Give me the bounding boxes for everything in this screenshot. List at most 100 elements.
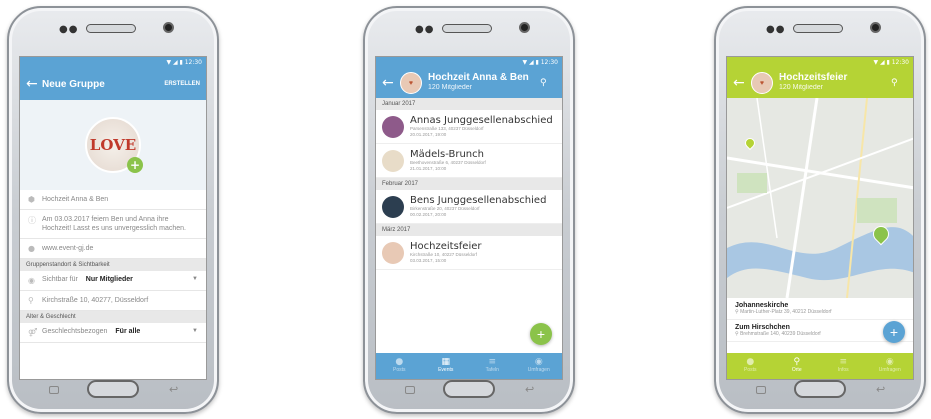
- status-time: 12:30: [540, 59, 558, 66]
- speaker: [442, 24, 492, 33]
- camera: [163, 22, 174, 33]
- recent-apps-icon[interactable]: [49, 386, 59, 394]
- event-date: 21.01.2017, 10:00: [410, 166, 447, 171]
- create-button[interactable]: ERSTELLEN: [164, 81, 200, 87]
- tab-label: Events: [438, 367, 454, 373]
- search-icon[interactable]: ⚲: [540, 78, 556, 88]
- camera: [519, 22, 530, 33]
- map-graphic: [727, 98, 913, 298]
- bottom-tab-bar: ● Posts ⚲ Orte ≡ Infos ◉ Umfragen: [727, 353, 913, 379]
- month-header: März 2017: [376, 224, 562, 236]
- events-list: Januar 2017 Annas Junggesellenabschied Par…: [376, 98, 562, 270]
- event-item[interactable]: Bens Junggesellenabschied Birkenstraße 20…: [376, 190, 562, 224]
- tab-icon: ●: [746, 357, 755, 367]
- back-arrow-icon[interactable]: ←: [26, 76, 42, 92]
- tab-events[interactable]: ▦ Events: [423, 353, 470, 379]
- group-title[interactable]: Hochzeit Anna & Ben: [428, 73, 540, 83]
- sensor-dots: ●●: [766, 24, 786, 35]
- back-arrow-icon[interactable]: ←: [733, 75, 749, 91]
- place-address-text: Brehmstraße 140, 40239 Düsseldorf: [740, 331, 821, 337]
- tab-icon: ◉: [534, 357, 543, 367]
- sensor-dots: ●●: [415, 24, 435, 35]
- gender-select[interactable]: Für alle: [115, 328, 140, 335]
- speaker: [86, 24, 136, 33]
- event-item[interactable]: Mädels-Brunch Beethovenstraße 6, 40237 Dü…: [376, 144, 562, 178]
- app-bar: ← ♥ Hochzeit Anna & Ben 120 Mitglieder ⚲: [376, 68, 562, 98]
- tab-umfragen[interactable]: ◉ Umfragen: [867, 353, 914, 379]
- recent-apps-icon[interactable]: [756, 386, 766, 394]
- event-item[interactable]: Hochzeitsfeier Kirchstraße 10, 40227 Düss…: [376, 236, 562, 270]
- app-bar: ← Neue Gruppe ERSTELLEN: [20, 68, 206, 100]
- visibility-row[interactable]: ◉ Sichtbar für Nur Mitglieder ▼: [20, 271, 206, 291]
- drag-handle-icon[interactable]: ⋮: [777, 73, 786, 82]
- group-avatar[interactable]: LOVE +: [85, 117, 143, 173]
- status-time: 12:30: [184, 59, 202, 66]
- event-title[interactable]: Hochzeitsfeier: [779, 73, 891, 83]
- status-time: 12:30: [891, 59, 909, 66]
- place-address-text: Martin-Luther-Platz 39, 40212 Düsseldorf: [740, 309, 832, 315]
- back-nav-icon[interactable]: ↩: [169, 383, 178, 396]
- website-field[interactable]: ● www.event-gj.de: [20, 239, 206, 259]
- description: Am 03.03.2017 feiern Ben und Anna ihre H…: [42, 216, 186, 232]
- tab-posts[interactable]: ● Posts: [376, 353, 423, 379]
- recent-apps-icon[interactable]: [405, 386, 415, 394]
- section-age: Alter & Geschlecht: [20, 311, 206, 323]
- sensor-dots: ●●: [59, 24, 79, 35]
- showcase: ●● ▼ ◢ ▮ 12:30 ← Neue Gruppe ERSTELLEN L…: [0, 0, 931, 419]
- gender-row[interactable]: ⚤ Geschlechtsbezogen Für alle ▼: [20, 323, 206, 343]
- visibility-select[interactable]: Nur Mitglieder: [86, 276, 133, 283]
- speaker: [793, 24, 843, 33]
- tag-icon: ⬢: [28, 195, 35, 204]
- event-avatar[interactable]: ♥: [751, 72, 773, 94]
- tab-posts[interactable]: ● Posts: [727, 353, 774, 379]
- tab-umfragen[interactable]: ◉ Umfragen: [516, 353, 563, 379]
- event-name: Mädels-Brunch: [410, 149, 484, 160]
- search-icon[interactable]: ⚲: [891, 78, 907, 88]
- tab-icon: ⚲: [793, 357, 801, 367]
- address: Kirchstraße 10, 40277, Düsseldorf: [42, 297, 149, 304]
- description-field[interactable]: ⓘ Am 03.03.2017 feiern Ben und Anna ihre…: [20, 210, 206, 239]
- phone-places: ●● ▼ ◢ ▮ 12:30 ← ♥ Hochzeitsfeier 120 Mi…: [714, 6, 926, 414]
- address-field[interactable]: ⚲ Kirchstraße 10, 40277, Düsseldorf: [20, 291, 206, 311]
- tab-tafeln[interactable]: ≡ Tafeln: [469, 353, 516, 379]
- eye-icon: ◉: [28, 276, 35, 285]
- tab-infos[interactable]: ≡ Infos: [820, 353, 867, 379]
- dropdown-icon: ▼: [192, 328, 198, 334]
- map[interactable]: [727, 98, 913, 298]
- event-item[interactable]: Annas Junggesellenabschied Parsenstraße 1…: [376, 110, 562, 144]
- event-date: 03.03.2017, 15:00: [410, 258, 447, 263]
- tab-label: Umfragen: [878, 367, 901, 373]
- tab-label: Posts: [392, 367, 406, 373]
- tab-icon: ●: [395, 357, 404, 367]
- status-bar: ▼ ◢ ▮ 12:30: [376, 57, 562, 68]
- month-header: Januar 2017: [376, 98, 562, 110]
- app-bar: ← ♥ Hochzeitsfeier 120 Mitglieder ⚲: [727, 68, 913, 98]
- back-nav-icon[interactable]: ↩: [876, 383, 885, 396]
- home-button[interactable]: [443, 380, 495, 398]
- gender-icon: ⚤: [28, 328, 38, 337]
- home-button[interactable]: [794, 380, 846, 398]
- add-place-button[interactable]: +: [883, 321, 905, 343]
- place-address: ⚲ Brehmstraße 140, 40239 Düsseldorf: [735, 331, 821, 337]
- back-arrow-icon[interactable]: ←: [382, 75, 398, 91]
- member-count: 120 Mitglieder: [428, 84, 472, 91]
- tab-icon: ≡: [839, 357, 848, 367]
- screen: ▼ ◢ ▮ 12:30 ← ♥ Hochzeitsfeier 120 Mitgl…: [726, 56, 914, 380]
- add-photo-icon[interactable]: +: [127, 157, 143, 173]
- tab-icon: ≡: [488, 357, 497, 367]
- location-pin-icon: ⚲: [28, 296, 34, 305]
- screen: ▼ ◢ ▮ 12:30 ← ♥ Hochzeit Anna & Ben 120 …: [375, 56, 563, 380]
- month-header: Februar 2017: [376, 178, 562, 190]
- back-nav-icon[interactable]: ↩: [525, 383, 534, 396]
- tab-orte[interactable]: ⚲ Orte: [774, 353, 821, 379]
- group-avatar[interactable]: ♥: [400, 72, 422, 94]
- place-item[interactable]: ⋮ Johanneskirche ⚲ Martin-Luther-Platz 39,…: [727, 73, 913, 320]
- member-count: 120 Mitglieder: [779, 84, 823, 91]
- add-event-button[interactable]: +: [530, 323, 552, 345]
- section-location: Gruppenstandort & Sichtbarkeit: [20, 259, 206, 271]
- website: www.event-gj.de: [42, 245, 94, 252]
- avatar-text: LOVE: [89, 136, 137, 154]
- home-button[interactable]: [87, 380, 139, 398]
- group-name-field[interactable]: ⬢ Hochzeit Anna & Ben: [20, 190, 206, 210]
- gender-label: Geschlechtsbezogen: [42, 328, 108, 335]
